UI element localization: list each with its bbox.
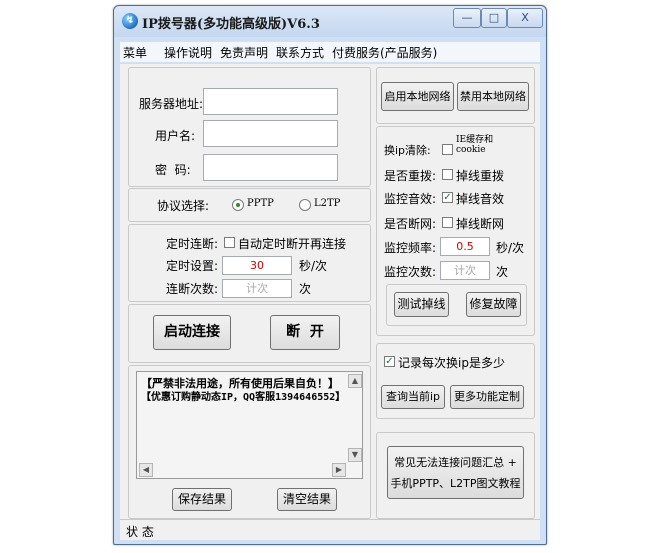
server-panel: 服务器地址: 用户名: 密 码:	[128, 67, 371, 187]
options-panel: 换ip清除: IE缓存和cookie 是否重拨: 掉线重拨 监控音效: ✓ 掉线…	[376, 126, 535, 336]
app-icon: ↯	[122, 13, 138, 29]
radio-pptp[interactable]	[232, 199, 244, 211]
radio-l2tp[interactable]	[299, 199, 311, 211]
log-textarea[interactable]: 【严禁非法用途，所有使用后果自负！】 【优惠订购静动态IP，QQ客服139464…	[136, 371, 363, 479]
disconnect-count-input: 计次	[222, 279, 292, 298]
menu-item-contact[interactable]: 联系方式	[276, 44, 324, 61]
record-ip-label: 记录每次换ip是多少	[398, 356, 505, 370]
redial-option-label: 掉线重拨	[456, 169, 505, 183]
start-connect-button[interactable]: 启动连接	[153, 315, 231, 350]
scroll-up-icon[interactable]: ▲	[348, 374, 362, 388]
protocol-panel: 协议选择: PPTP L2TP	[128, 188, 371, 222]
title-bar: ↯ IP拨号器(多功能高级版)V6.3 — □ X	[114, 6, 546, 37]
cut-network-label: 是否断网:	[384, 217, 437, 231]
redial-checkbox[interactable]	[442, 169, 453, 180]
radio-l2tp-label: L2TP	[314, 198, 341, 209]
disconnect-button[interactable]: 断 开	[270, 315, 340, 350]
clear-cache-label: IE缓存和cookie	[456, 135, 494, 155]
username-label: 用户名:	[155, 129, 196, 143]
save-results-button[interactable]: 保存结果	[172, 488, 232, 511]
disable-network-button[interactable]: 禁用本地网络	[457, 82, 529, 111]
protocol-label: 协议选择:	[157, 199, 210, 213]
repair-button[interactable]: 修复故障	[466, 292, 521, 317]
status-bar: 状 态	[120, 519, 540, 540]
server-address-input[interactable]	[203, 88, 338, 115]
status-label: 状 态	[126, 525, 154, 539]
record-ip-checkbox[interactable]: ✓	[384, 356, 395, 367]
server-address-label: 服务器地址:	[139, 97, 204, 111]
sound-checkbox[interactable]: ✓	[442, 192, 453, 203]
menu-item-main[interactable]: 菜单	[123, 44, 147, 61]
scroll-right-icon[interactable]: ▶	[332, 463, 346, 477]
log-line: 【优惠订购静动态IP，QQ客服1394646552】	[141, 392, 346, 403]
minimize-button[interactable]: —	[453, 8, 481, 28]
help-line-2: 手机PPTP、L2TP图文教程	[390, 477, 521, 490]
cut-network-option-label: 掉线断网	[456, 217, 505, 231]
maximize-button[interactable]: □	[481, 8, 507, 28]
menu-item-instructions[interactable]: 操作说明	[164, 44, 212, 61]
help-panel: 常见无法连接问题汇总 + 手机PPTP、L2TP图文教程	[376, 432, 535, 519]
help-line-1: 常见无法连接问题汇总 +	[394, 456, 517, 469]
disconnect-count-unit: 次	[299, 282, 312, 296]
scroll-down-icon[interactable]: ▼	[348, 448, 362, 462]
query-ip-button[interactable]: 查询当前ip	[381, 385, 445, 409]
test-repair-group: 测试掉线 修复故障	[386, 284, 527, 326]
menu-bar: 菜单 操作说明 免责声明 联系方式 付费服务(产品服务)	[120, 42, 540, 62]
auto-reconnect-checkbox[interactable]	[224, 237, 235, 248]
timed-disconnect-label: 定时连断:	[166, 237, 219, 251]
log-panel: 【严禁非法用途，所有使用后果自负！】 【优惠订购静动态IP，QQ客服139464…	[128, 365, 371, 519]
timer-set-label: 定时设置:	[166, 259, 219, 273]
frequency-unit: 秒/次	[496, 241, 525, 255]
frequency-input[interactable]: 0.5	[440, 237, 490, 256]
actions-panel: 启动连接 断 开	[128, 304, 371, 363]
auto-reconnect-label: 自动定时断开再连接	[238, 237, 347, 251]
username-input[interactable]	[203, 120, 338, 147]
help-tutorial-button[interactable]: 常见无法连接问题汇总 + 手机PPTP、L2TP图文教程	[387, 446, 524, 499]
interval-unit: 秒/次	[299, 259, 328, 273]
network-panel: 启用本地网络 禁用本地网络	[376, 67, 535, 124]
radio-pptp-label: PPTP	[247, 198, 274, 209]
monitor-frequency-label: 监控频率:	[384, 241, 437, 255]
test-drop-button[interactable]: 测试掉线	[394, 292, 449, 317]
scroll-left-icon[interactable]: ◀	[139, 463, 153, 477]
client-area: 服务器地址: 用户名: 密 码: 协议选择: PPTP L2TP 定时连断: 自…	[120, 64, 540, 519]
cut-network-checkbox[interactable]	[442, 217, 453, 228]
menu-item-paid-service[interactable]: 付费服务(产品服务)	[332, 44, 437, 61]
password-label: 密 码:	[155, 163, 191, 177]
clear-cache-checkbox[interactable]	[442, 144, 453, 155]
monitor-sound-label: 监控音效:	[384, 192, 437, 206]
window-title: IP拨号器(多功能高级版)V6.3	[142, 17, 320, 32]
menu-item-disclaimer[interactable]: 免责声明	[220, 44, 268, 61]
sound-option-label: 掉线音效	[456, 192, 505, 206]
redial-label: 是否重拨:	[384, 169, 437, 183]
timer-panel: 定时连断: 自动定时断开再连接 定时设置: 30 秒/次 连断次数: 计次 次	[128, 224, 371, 302]
monitor-count-input: 计次	[440, 261, 490, 280]
clear-results-button[interactable]: 清空结果	[277, 488, 337, 511]
monitor-count-unit: 次	[496, 265, 509, 279]
disconnect-count-label: 连断次数:	[166, 282, 219, 296]
clear-on-switch-label: 换ip清除:	[384, 144, 431, 157]
password-input[interactable]	[203, 154, 338, 181]
enable-network-button[interactable]: 启用本地网络	[381, 82, 454, 111]
close-button[interactable]: X	[507, 8, 543, 28]
app-window: ↯ IP拨号器(多功能高级版)V6.3 — □ X 菜单 操作说明 免责声明 联…	[113, 5, 547, 545]
monitor-count-label: 监控次数:	[384, 265, 437, 279]
record-panel: ✓ 记录每次换ip是多少 查询当前ip 更多功能定制	[376, 343, 535, 419]
interval-input[interactable]: 30	[222, 256, 292, 275]
custom-features-button[interactable]: 更多功能定制	[450, 385, 524, 409]
